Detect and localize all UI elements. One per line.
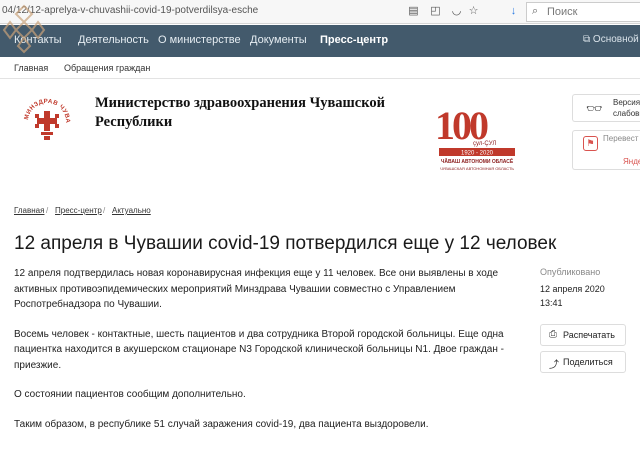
- external-link-icon: ⧉: [583, 34, 593, 45]
- article-paragraph: О состоянии пациентов сообщим дополнител…: [14, 389, 246, 400]
- subnav-item-appeals[interactable]: Обращения граждан: [64, 63, 150, 73]
- site-watermark-icon: [2, 4, 46, 54]
- pocket-icon[interactable]: ◡: [449, 4, 464, 19]
- search-icon: ⌕: [532, 5, 539, 17]
- translate-label: Перевест: [603, 134, 639, 143]
- print-label: Распечатать: [563, 330, 615, 340]
- reader-view-icon[interactable]: ▤: [406, 4, 421, 19]
- browser-toolbar: 04/12/12-aprelya-v-chuvashii-covid-19-po…: [0, 0, 640, 24]
- ministry-title[interactable]: Министерство здравоохранения Чувашской Р…: [95, 94, 395, 132]
- article-title: 12 апреля в Чувашии covid-19 потвердился…: [14, 233, 557, 254]
- nav-item-documents[interactable]: Документы: [250, 34, 307, 46]
- nav-item-about[interactable]: О министерстве: [158, 34, 241, 46]
- search-input[interactable]: ⌕ Поиск: [526, 2, 640, 22]
- download-icon[interactable]: ↓: [506, 4, 521, 19]
- glasses-icon: 👓︎: [586, 101, 603, 116]
- sub-nav: Главная Обращения граждан: [0, 57, 640, 79]
- main-nav: Контакты Деятельность О министерстве Док…: [0, 25, 640, 57]
- translate-widget[interactable]: ⚑ Перевест Янде: [572, 130, 640, 170]
- breadcrumb-item-home[interactable]: Главная: [14, 206, 44, 215]
- article-paragraph: 12 апреля подтвердилась новая коронавиру…: [14, 268, 499, 310]
- share-icon: ⤴: [549, 360, 559, 371]
- breadcrumb-item-press-center[interactable]: Пресс-центр: [55, 206, 102, 215]
- accessibility-label-2: слабови: [613, 109, 640, 118]
- breadcrumb-separator: /: [46, 206, 49, 215]
- published-time: 13:41: [540, 298, 563, 308]
- nav-item-activity[interactable]: Деятельность: [78, 34, 149, 46]
- anniversary-line1: ЧĂВАШ АВТОНОМИ ОБЛАСĚ: [441, 157, 514, 165]
- share-label: Поделиться: [563, 357, 613, 367]
- breadcrumb-item-current[interactable]: Актуально: [112, 206, 151, 215]
- search-placeholder: Поиск: [547, 6, 578, 18]
- article-paragraph: Восемь человек - контактные, шесть пацие…: [14, 328, 504, 371]
- accessibility-version-button[interactable]: 👓︎ Версия д слабови: [572, 94, 640, 122]
- anniversary-period: 1920 - 2020: [461, 151, 494, 157]
- share-button[interactable]: ⤴ Поделиться: [540, 351, 626, 373]
- main-portal-link[interactable]: ⧉ Основной по: [583, 34, 640, 45]
- subnav-item-home[interactable]: Главная: [14, 63, 48, 73]
- anniversary-years: çул-ÇУЛ: [473, 141, 496, 147]
- translate-icon: ⚑: [583, 136, 598, 151]
- print-icon: ⎙: [549, 329, 557, 340]
- breadcrumb-separator: /: [103, 206, 106, 215]
- nav-item-press-center[interactable]: Пресс-центр: [320, 34, 388, 46]
- article-paragraph: Таким образом, в республике 51 случай за…: [14, 418, 429, 430]
- anniversary-line2: ЧУВАШСКАЯ АВТОНОМНАЯ ОБЛАСТЬ: [440, 166, 514, 171]
- article-body: 12 апреля подтвердилась новая коронавиру…: [14, 266, 510, 446]
- anniversary-100-logo: 100 çул-ÇУЛ 1920 - 2020 ЧĂВАШ АВТОНОМИ О…: [435, 103, 515, 171]
- screenshot-icon[interactable]: ◰: [428, 4, 443, 19]
- bookmark-star-icon[interactable]: ☆: [466, 4, 481, 19]
- main-portal-label: Основной по: [592, 34, 640, 45]
- published-date: 12 апреля 2020: [540, 284, 605, 294]
- accessibility-label-1: Версия д: [613, 98, 640, 107]
- published-label: Опубликовано: [540, 267, 601, 277]
- print-button[interactable]: ⎙ Распечатать: [540, 324, 626, 346]
- yandex-label: Янде: [623, 157, 640, 166]
- ministry-emblem-logo[interactable]: МИНЗДРАВ ЧУВАШИИ: [22, 95, 72, 145]
